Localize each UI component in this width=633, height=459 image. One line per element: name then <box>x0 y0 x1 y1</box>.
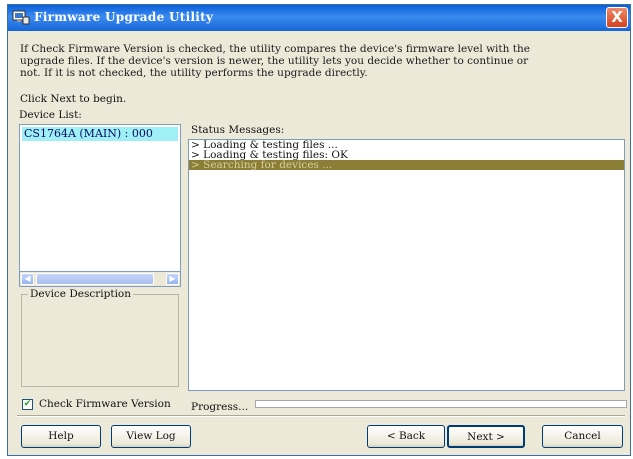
device-list-scrollbar[interactable]: ◀ ▶ <box>19 272 181 287</box>
click-next-instruction: Click Next to begin. <box>20 93 127 105</box>
title-bar[interactable]: Firmware Upgrade Utility X <box>8 5 630 31</box>
device-description-label: Device Description <box>28 288 134 300</box>
status-messages-label: Status Messages: <box>191 124 285 136</box>
chevron-left-icon: ◀ <box>24 274 31 283</box>
intro-text: If Check Firmware Version is checked, th… <box>20 43 530 79</box>
progress-bar <box>255 400 627 408</box>
checkmark-icon: ✔ <box>23 399 32 409</box>
next-button[interactable]: Next > <box>447 425 525 448</box>
scroll-left-button[interactable]: ◀ <box>21 273 34 285</box>
close-button[interactable]: X <box>606 7 628 28</box>
device-description-group: Device Description <box>21 288 179 387</box>
close-icon: X <box>611 8 623 26</box>
view-log-button[interactable]: View Log <box>111 425 191 448</box>
check-firmware-label[interactable]: Check Firmware Version <box>39 398 171 410</box>
window-title: Firmware Upgrade Utility <box>34 10 214 24</box>
back-button[interactable]: < Back <box>367 425 445 448</box>
device-list-item[interactable]: CS1764A (MAIN) : 000 <box>22 127 178 141</box>
chevron-right-icon: ▶ <box>169 274 176 283</box>
status-message-selected[interactable]: > Searching for devices ... <box>189 160 624 170</box>
device-list-label: Device List: <box>19 109 82 121</box>
check-firmware-checkbox[interactable]: ✔ <box>22 399 33 410</box>
progress-label: Progress... <box>191 401 249 413</box>
help-button[interactable]: Help <box>21 425 101 448</box>
device-list[interactable]: CS1764A (MAIN) : 000 <box>19 124 181 272</box>
status-messages-box[interactable]: > Loading & testing files ... > Loading … <box>188 139 625 391</box>
scroll-right-button[interactable]: ▶ <box>166 273 179 285</box>
app-icon <box>12 10 30 25</box>
button-separator <box>17 415 625 417</box>
firmware-upgrade-window: Firmware Upgrade Utility X If Check Firm… <box>7 4 631 456</box>
cancel-button[interactable]: Cancel <box>542 425 623 448</box>
scroll-thumb[interactable] <box>36 273 154 285</box>
